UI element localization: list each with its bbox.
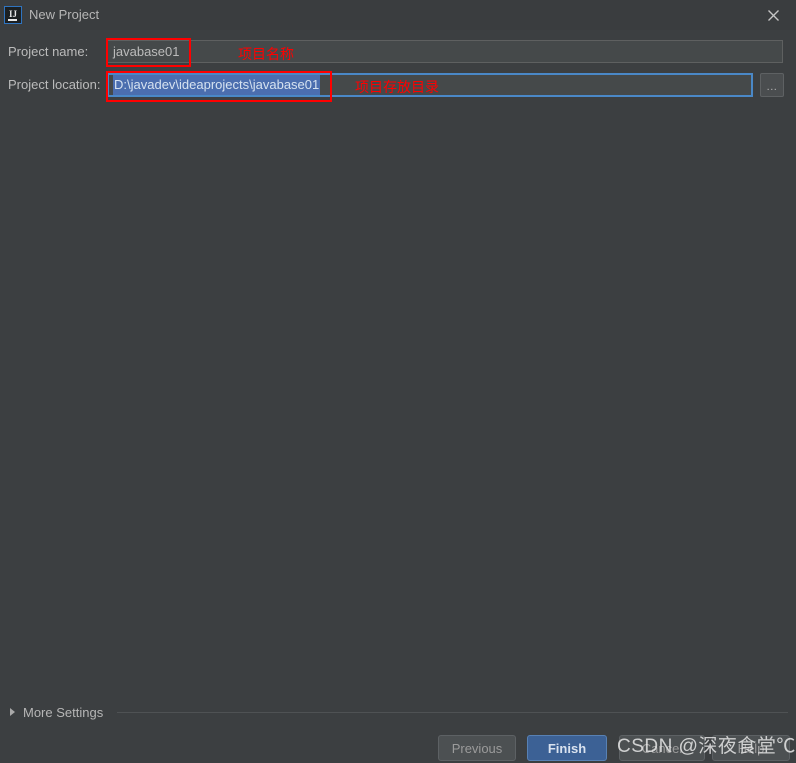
title-bar: IJ New Project [0, 0, 796, 30]
window-title: New Project [29, 7, 100, 22]
close-icon[interactable] [750, 0, 796, 30]
finish-button[interactable]: Finish [527, 735, 607, 761]
annotation-label-project-name: 项目名称 [238, 46, 294, 62]
project-location-label: Project location: [8, 77, 101, 92]
ellipsis-icon: ... [766, 80, 778, 93]
intellij-idea-icon: IJ [4, 6, 22, 24]
project-name-input[interactable]: javabase01 [107, 40, 783, 63]
intellij-idea-icon-bar [8, 19, 17, 21]
project-location-selected-text: D:\javadev\ideaprojects\javabase01 [113, 75, 321, 95]
more-settings-label: More Settings [23, 704, 104, 720]
previous-button[interactable]: Previous [438, 735, 516, 761]
more-settings-expander[interactable]: More Settings [10, 703, 103, 721]
project-name-label: Project name: [8, 44, 89, 59]
more-settings-separator [117, 712, 788, 713]
triangle-right-icon [10, 708, 15, 716]
browse-folder-button[interactable]: ... [760, 73, 784, 97]
help-button[interactable]: Help [712, 735, 790, 761]
annotation-label-project-location: 项目存放目录 [355, 79, 439, 95]
cancel-button[interactable]: Cancel [619, 735, 705, 761]
intellij-idea-icon-letters: IJ [8, 8, 17, 19]
